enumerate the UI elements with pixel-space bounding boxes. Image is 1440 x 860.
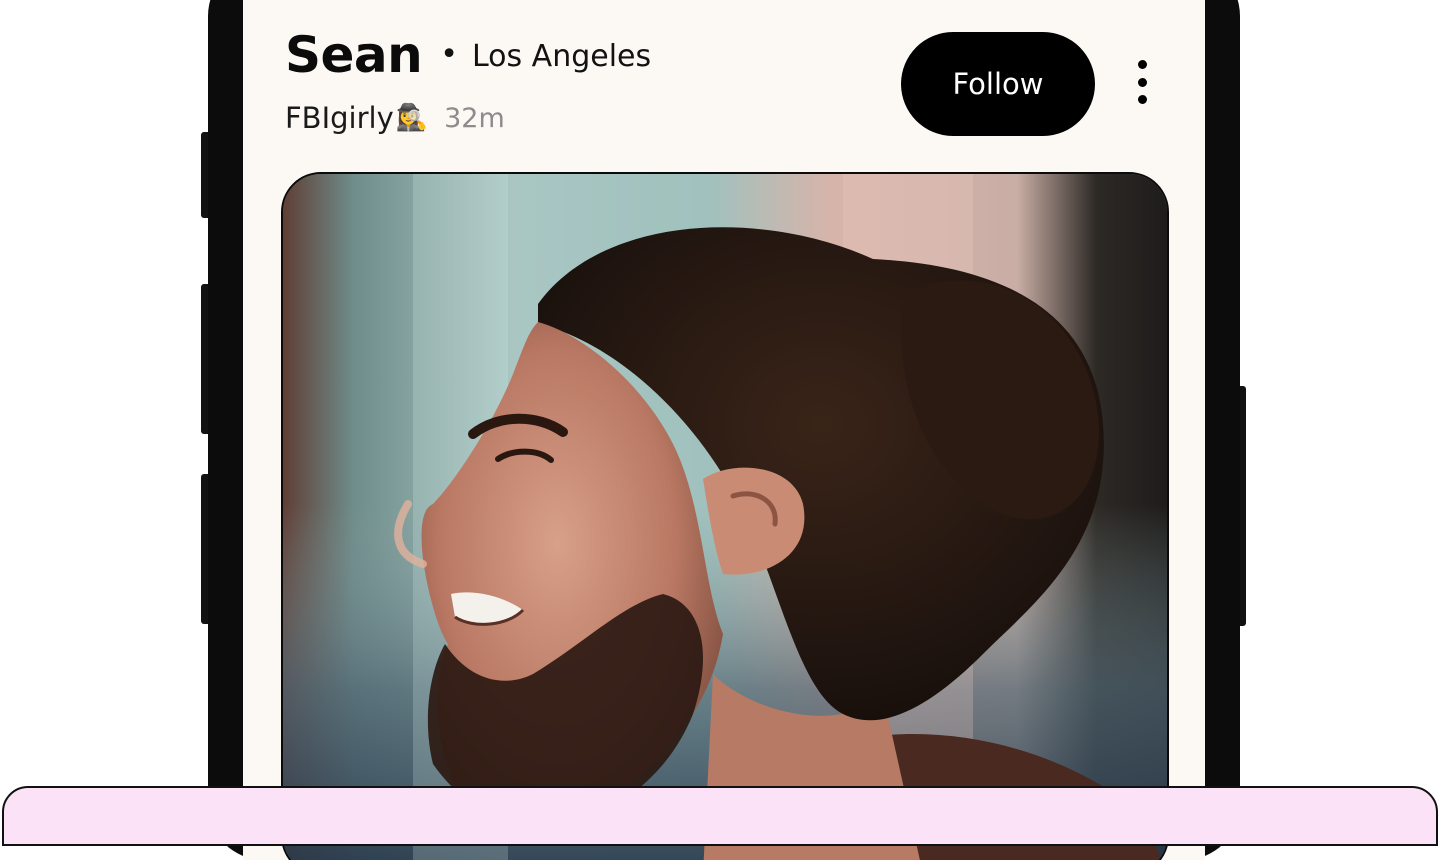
profile-username[interactable]: FBIgirly <box>285 103 394 133</box>
phone-screen: Sean • Los Angeles FBIgirly 🕵️‍♀️ 32m Fo… <box>243 0 1205 860</box>
vertical-ellipsis-icon <box>1137 77 1147 87</box>
separator-dot: • <box>440 37 458 72</box>
more-options-button[interactable] <box>1127 60 1157 104</box>
bottom-sheet[interactable] <box>2 786 1438 846</box>
profile-name: Sean <box>285 26 423 84</box>
vertical-ellipsis-icon <box>1137 60 1147 69</box>
vertical-ellipsis-icon <box>1137 95 1147 104</box>
profile-location: Los Angeles <box>471 39 652 74</box>
post-time: 32m <box>444 102 505 134</box>
name-row: Sean • Los Angeles <box>285 22 651 88</box>
profile-subtitle: FBIgirly 🕵️‍♀️ 32m <box>285 98 505 138</box>
profile-photo-image <box>283 174 1167 860</box>
detective-emoji-icon: 🕵️‍♀️ <box>395 103 429 133</box>
profile-photo[interactable] <box>281 172 1169 860</box>
follow-button[interactable]: Follow <box>901 32 1095 136</box>
